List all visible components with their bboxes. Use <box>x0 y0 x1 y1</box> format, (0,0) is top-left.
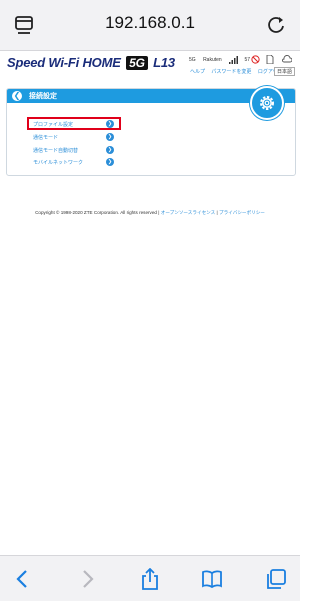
footer-separator: | <box>158 210 160 215</box>
footer-separator: | <box>216 210 218 215</box>
back-arrow-icon[interactable] <box>12 568 34 590</box>
privacy-policy-link[interactable]: プライバシーポリシー <box>219 210 265 215</box>
change-password-link[interactable]: パスワードを変更 <box>211 69 251 75</box>
highlight-box <box>27 117 121 130</box>
signal-value: 57 <box>244 57 251 63</box>
carrier-name: Rakuten <box>203 57 222 63</box>
page-title: 接続設定 <box>29 93 57 100</box>
menu-item-auto-mode-switch[interactable]: 通信モード自動切替 ❯ <box>28 145 116 155</box>
url-field[interactable]: 192.168.0.1 <box>60 13 240 33</box>
open-source-license-link[interactable]: オープンソースライセンス <box>161 210 216 215</box>
no-wifi-icon <box>251 55 260 64</box>
brand-5g-badge: 5G <box>126 56 148 70</box>
menu-item-label: 通信モード <box>33 135 59 141</box>
settings-cloud-icon <box>282 55 292 63</box>
menu-item-label: モバイルネットワーク <box>33 160 84 166</box>
menu-item-network-mode[interactable]: 通信モード ❯ <box>28 132 116 142</box>
brand-logo: Speed Wi-Fi HOME 5G L13 <box>7 55 175 70</box>
copyright-text: Copyright © 1998-2020 ZTE Corporation. A… <box>35 210 157 215</box>
tabs-overview-icon[interactable] <box>265 568 287 590</box>
site-header: Speed Wi-Fi HOME 5G L13 5G Rakuten 57 ヘル… <box>0 50 300 82</box>
language-select[interactable]: 日本語 <box>273 67 295 76</box>
share-icon[interactable] <box>139 567 161 590</box>
forward-arrow-icon <box>76 568 98 590</box>
menu-item-label: 通信モード自動切替 <box>33 148 79 154</box>
status-bar: 5G Rakuten 57 <box>189 56 256 64</box>
tabs-icon[interactable] <box>14 15 34 35</box>
help-link[interactable]: ヘルプ <box>190 69 205 75</box>
chevron-right-icon: ❯ <box>106 146 114 154</box>
chevron-right-icon: ❯ <box>106 158 114 166</box>
reload-icon[interactable] <box>266 15 286 35</box>
sim-icon <box>266 55 274 64</box>
chevron-right-icon: ❯ <box>106 133 114 141</box>
bookmarks-icon[interactable] <box>201 568 223 590</box>
brand-main: Speed Wi-Fi HOME <box>7 55 121 70</box>
browser-toolbar <box>0 555 300 601</box>
back-button[interactable]: ❮ <box>12 91 22 101</box>
gear-icon <box>250 86 284 120</box>
brand-model: L13 <box>153 55 175 70</box>
network-type: 5G <box>189 57 196 63</box>
signal-icon <box>229 56 239 64</box>
menu-item-mobile-network[interactable]: モバイルネットワーク ❯ <box>28 157 116 167</box>
page-footer: Copyright © 1998-2020 ZTE Corporation. A… <box>0 210 300 216</box>
browser-address-bar: 192.168.0.1 <box>0 0 300 51</box>
